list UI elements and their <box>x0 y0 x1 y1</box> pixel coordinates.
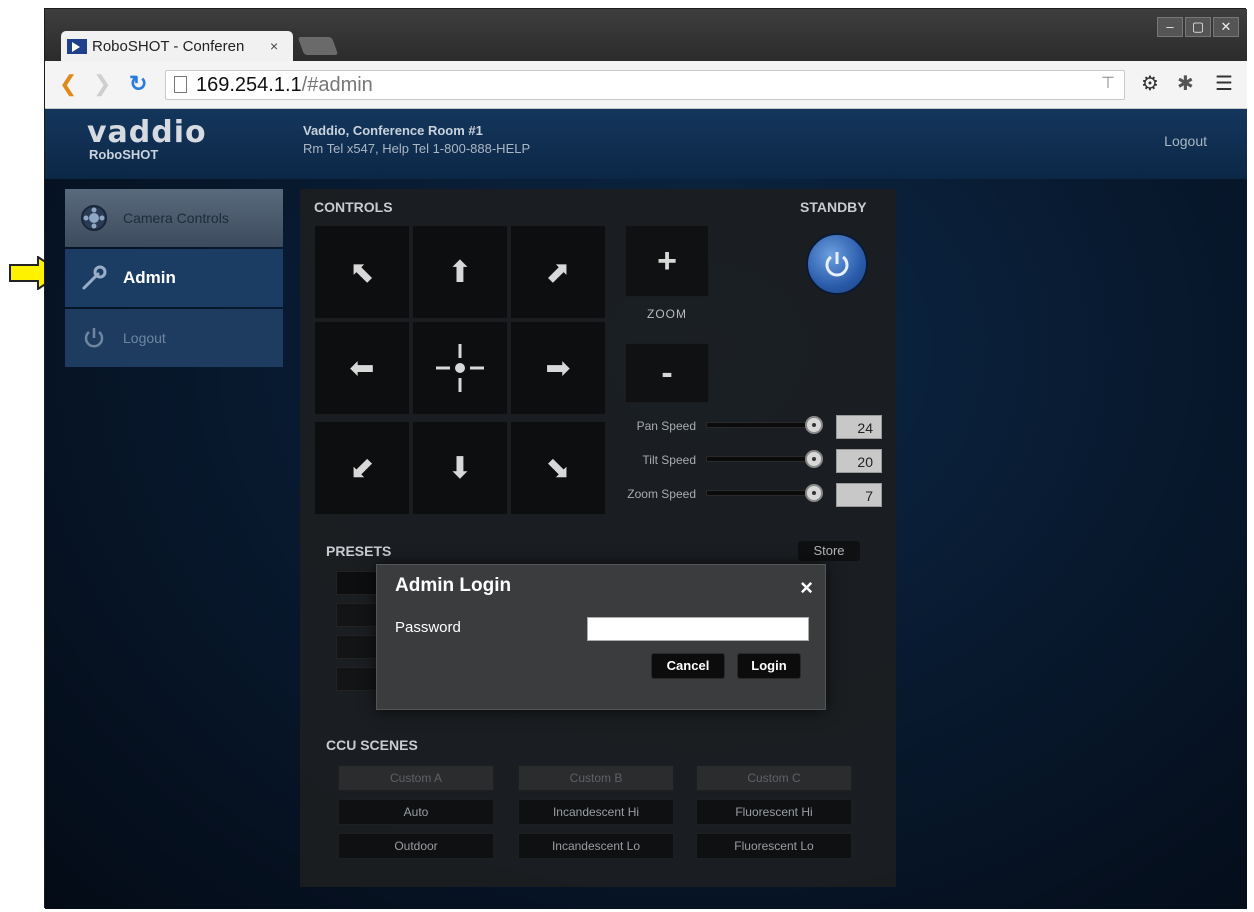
ccu-auto-button[interactable]: Auto <box>338 799 494 825</box>
arrow-right-icon: ➡ <box>545 351 571 385</box>
site-name: Vaddio, Conference Room #1 <box>303 123 483 138</box>
ccu-custom-c-button[interactable]: Custom C <box>696 765 852 791</box>
puzzle-extension-icon[interactable]: ✱ <box>1177 73 1194 95</box>
tilt-speed-label: Tilt Speed <box>642 453 696 467</box>
settings-gear-icon[interactable]: ⚙ <box>1141 73 1159 95</box>
tilt-speed-knob[interactable] <box>804 450 823 468</box>
power-icon <box>79 323 109 353</box>
pan-left-button[interactable]: ⬅ <box>314 321 410 415</box>
tilt-down-button[interactable]: ⬇ <box>412 421 508 515</box>
menu-icon[interactable]: ☰ <box>1215 73 1233 95</box>
zoom-label: ZOOM <box>647 307 687 321</box>
new-tab-button[interactable] <box>297 37 339 55</box>
ccu-outdoor-button[interactable]: Outdoor <box>338 833 494 859</box>
home-button[interactable] <box>412 321 508 415</box>
address-bar[interactable]: 169.254.1.1/#admin <box>165 70 1125 100</box>
sidebar-item-label: Admin <box>123 268 176 287</box>
sidebar-item-camera-controls[interactable]: Camera Controls <box>65 189 283 247</box>
sidebar-item-admin[interactable]: Admin <box>65 249 283 307</box>
home-crosshair-icon <box>436 344 484 392</box>
ccu-custom-b-button[interactable]: Custom B <box>518 765 674 791</box>
zoom-speed-slider[interactable] <box>706 490 818 496</box>
site-info: Rm Tel x547, Help Tel 1-800-888-HELP <box>303 141 531 156</box>
dialog-title: Admin Login <box>395 575 512 596</box>
arrow-up-left-icon: ⬉ <box>349 255 375 289</box>
password-field[interactable] <box>587 617 809 641</box>
controls-title: CONTROLS <box>314 199 393 215</box>
zoom-speed-value[interactable]: 7 <box>836 483 882 507</box>
pan-down-right-button[interactable]: ⬊ <box>510 421 606 515</box>
pan-speed-label: Pan Speed <box>636 419 696 433</box>
ccu-fluorescent-hi-button[interactable]: Fluorescent Hi <box>696 799 852 825</box>
minimize-button[interactable]: – <box>1157 17 1183 37</box>
tab-title: RoboSHOT - Conferen <box>92 37 245 55</box>
vaddio-favicon-icon <box>67 38 87 54</box>
web-page: vaddio RoboSHOT Vaddio, Conference Room … <box>45 109 1247 909</box>
sidebar-item-label: Logout <box>123 330 166 346</box>
arrow-down-icon: ⬇ <box>447 451 473 485</box>
url-host: 169.254.1.1 <box>196 74 302 96</box>
arrow-up-icon: ⬆ <box>447 255 473 289</box>
back-icon[interactable]: ❮ <box>59 73 77 95</box>
tilt-speed-value[interactable]: 20 <box>836 449 882 473</box>
presets-title: PRESETS <box>326 543 392 559</box>
zoom-out-button[interactable]: - <box>625 343 709 403</box>
login-button[interactable]: Login <box>737 653 801 679</box>
extension-icon[interactable]: ⊤ <box>1101 73 1115 95</box>
zoom-speed-knob[interactable] <box>804 484 823 502</box>
arrow-down-left-icon: ⬋ <box>349 451 375 485</box>
product-name: RoboSHOT <box>89 147 159 162</box>
tilt-speed-slider[interactable] <box>706 456 818 462</box>
pan-speed-value[interactable]: 24 <box>836 415 882 439</box>
arrow-down-right-icon: ⬊ <box>545 451 571 485</box>
maximize-button[interactable]: ▢ <box>1185 17 1211 37</box>
zoom-in-button[interactable]: + <box>625 225 709 297</box>
wrench-icon <box>79 263 109 293</box>
pan-speed-slider[interactable] <box>706 422 818 428</box>
tilt-up-button[interactable]: ⬆ <box>412 225 508 319</box>
ccu-incandescent-lo-button[interactable]: Incandescent Lo <box>518 833 674 859</box>
standby-button[interactable] <box>806 233 868 295</box>
forward-icon[interactable]: ❯ <box>93 73 111 95</box>
browser-titlebar: RoboSHOT - Conferen × – ▢ ✕ <box>45 9 1247 61</box>
sidebar: Camera Controls Admin Logout <box>65 189 283 367</box>
power-icon <box>825 252 849 277</box>
pan-right-button[interactable]: ➡ <box>510 321 606 415</box>
pan-up-left-button[interactable]: ⬉ <box>314 225 410 319</box>
ccu-incandescent-hi-button[interactable]: Incandescent Hi <box>518 799 674 825</box>
close-icon[interactable]: × <box>800 575 813 601</box>
arrow-left-icon: ⬅ <box>349 351 375 385</box>
header-logout-link[interactable]: Logout <box>1164 133 1207 149</box>
controls-panel: CONTROLS STANDBY ⬉ ⬆ ⬈ ⬅ ➡ ⬋ ⬇ ⬊ + ZOOM … <box>300 189 896 887</box>
admin-login-dialog: Admin Login × Password Cancel Login <box>376 564 826 710</box>
ccu-custom-a-button[interactable]: Custom A <box>338 765 494 791</box>
sidebar-item-logout[interactable]: Logout <box>65 309 283 367</box>
vaddio-logo: vaddio <box>87 115 207 150</box>
browser-tab[interactable]: RoboSHOT - Conferen × <box>61 31 293 61</box>
pan-up-right-button[interactable]: ⬈ <box>510 225 606 319</box>
pan-speed-knob[interactable] <box>804 416 823 434</box>
url-path: /#admin <box>301 74 373 96</box>
browser-toolbar: ❮ ❯ ↻ 169.254.1.1/#admin ⊤ ⚙ ✱ ☰ <box>45 61 1247 109</box>
sidebar-item-label: Camera Controls <box>123 210 229 226</box>
zoom-speed-label: Zoom Speed <box>627 487 696 501</box>
ccu-fluorescent-lo-button[interactable]: Fluorescent Lo <box>696 833 852 859</box>
page-icon <box>174 76 187 93</box>
ccu-scenes-title: CCU SCENES <box>326 737 418 753</box>
password-label: Password <box>395 619 461 636</box>
reload-icon[interactable]: ↻ <box>129 73 147 95</box>
browser-window: RoboSHOT - Conferen × – ▢ ✕ ❮ ❯ ↻ 169.25… <box>44 8 1247 909</box>
camera-icon <box>79 203 109 233</box>
pan-down-left-button[interactable]: ⬋ <box>314 421 410 515</box>
arrow-up-right-icon: ⬈ <box>545 255 571 289</box>
tab-close-icon[interactable]: × <box>270 38 278 54</box>
close-window-button[interactable]: ✕ <box>1213 17 1239 37</box>
standby-label: STANDBY <box>800 199 867 215</box>
page-header: vaddio RoboSHOT Vaddio, Conference Room … <box>45 109 1247 179</box>
store-preset-button[interactable]: Store <box>798 541 860 561</box>
cancel-button[interactable]: Cancel <box>651 653 725 679</box>
